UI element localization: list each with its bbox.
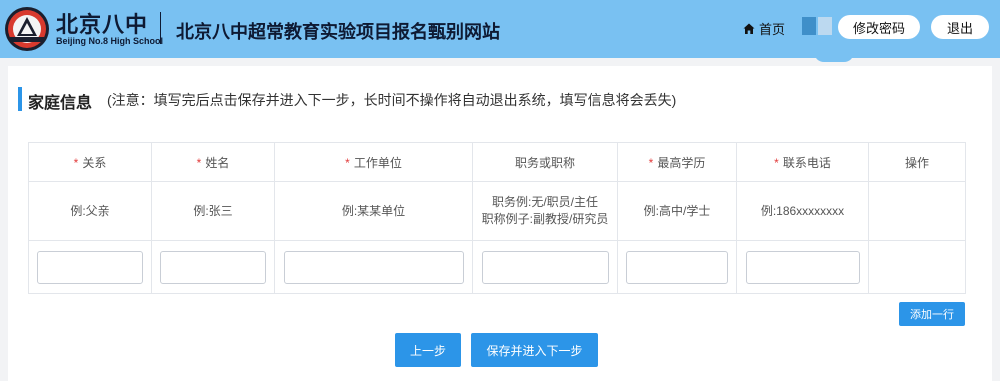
logo-chinese-text: 北京八中 <box>56 12 149 38</box>
cell-position <box>472 240 618 294</box>
required-mark: * <box>648 155 654 170</box>
top-header: 北京八中 Beijing No.8 High School 北京八中超常教育实验… <box>0 0 1000 58</box>
section-title: 家庭信息 <box>28 95 93 112</box>
section-note: (注意：填写完后点击保存并进入下一步，长时间不操作将自动退出系统，填写信息将会丢… <box>107 92 677 108</box>
required-mark: * <box>774 155 779 170</box>
section-accent-bar <box>18 87 22 111</box>
table-row-input <box>28 240 966 294</box>
cell-name <box>151 240 275 294</box>
phone-input[interactable] <box>745 250 860 284</box>
position-input[interactable] <box>481 250 609 284</box>
home-link[interactable]: 首页 <box>743 19 785 38</box>
site-title: 北京八中超常教育实验项目报名甄别网站 <box>176 22 500 42</box>
user-avatar[interactable] <box>802 17 832 35</box>
school-logo[interactable]: 北京八中 Beijing No.8 High School <box>4 6 163 52</box>
cell-relation <box>28 240 152 294</box>
column-header-position: 职务或职称 <box>472 142 618 182</box>
column-label: 工作单位 <box>353 155 402 170</box>
cell-action <box>868 240 966 294</box>
family-table: * 关系 * 姓名 * 工作单位 职务或职称 * 最高学历 * 联系电话 操作 例:父亲 … <box>28 142 966 294</box>
example-position-line1: 职务例:无/职员/主任 <box>491 195 598 209</box>
cell-phone <box>736 240 869 294</box>
column-header-relation: * 关系 <box>28 142 152 182</box>
column-label: 联系电话 <box>782 155 831 170</box>
column-label: 姓名 <box>205 155 230 170</box>
header-divider <box>160 12 161 44</box>
cell-employer <box>274 240 473 294</box>
example-name: 例:张三 <box>151 181 275 241</box>
column-label: 职务或职称 <box>514 155 575 170</box>
add-row-button[interactable]: 添加一行 <box>899 302 965 326</box>
header-dropdown-notch <box>814 52 854 62</box>
example-position: 职务例:无/职员/主任 职称例子:副教授/研究员 <box>472 181 618 241</box>
column-label: 最高学历 <box>657 155 706 170</box>
table-row-example: 例:父亲 例:张三 例:某某单位 职务例:无/职员/主任 职称例子:副教授/研究… <box>28 181 966 241</box>
example-relation: 例:父亲 <box>28 181 152 241</box>
avatar-block-light <box>818 17 832 35</box>
example-phone: 例:186xxxxxxxx <box>736 181 869 241</box>
home-label: 首页 <box>759 22 786 37</box>
logout-button[interactable]: 退出 <box>931 15 989 39</box>
example-education: 例:高中/学士 <box>617 181 737 241</box>
required-mark: * <box>73 155 79 170</box>
table-header-row: * 关系 * 姓名 * 工作单位 职务或职称 * 最高学历 * 联系电话 操作 <box>28 142 966 182</box>
column-label: 操作 <box>904 155 929 170</box>
cell-education <box>617 240 737 294</box>
column-header-employer: * 工作单位 <box>274 142 473 182</box>
column-header-name: * 姓名 <box>151 142 275 182</box>
example-employer: 例:某某单位 <box>274 181 473 241</box>
school-emblem-icon <box>5 7 49 51</box>
change-password-button[interactable]: 修改密码 <box>838 15 920 39</box>
column-header-education: * 最高学历 <box>617 142 737 182</box>
column-header-phone: * 联系电话 <box>736 142 869 182</box>
relation-input[interactable] <box>37 250 143 284</box>
column-label: 关系 <box>82 155 107 170</box>
example-position-line2: 职称例子:副教授/研究员 <box>481 212 609 226</box>
save-next-button[interactable]: 保存并进入下一步 <box>471 333 598 367</box>
home-icon <box>743 23 755 34</box>
example-action <box>868 181 966 241</box>
required-mark: * <box>345 155 350 170</box>
column-header-action: 操作 <box>868 142 966 182</box>
employer-input[interactable] <box>283 250 464 284</box>
avatar-block-dark <box>802 17 816 35</box>
education-input[interactable] <box>626 250 728 284</box>
required-mark: * <box>196 155 202 170</box>
logo-english-text: Beijing No.8 High School <box>56 36 164 46</box>
prev-step-button[interactable]: 上一步 <box>395 333 461 367</box>
name-input[interactable] <box>160 250 266 284</box>
